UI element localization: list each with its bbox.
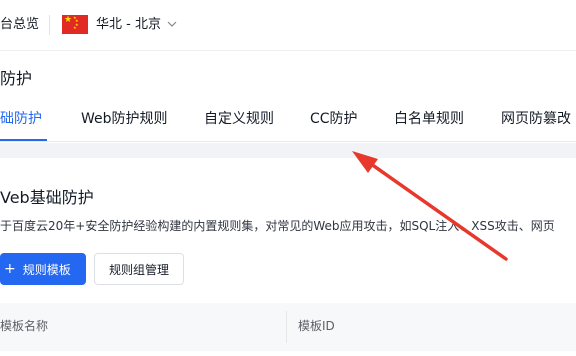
tab-whitelist-rules[interactable]: 白名单规则 [394,111,464,127]
plus-icon: + [4,261,16,277]
column-divider [286,311,287,343]
tab-cc-protection[interactable]: CC防护 [310,111,358,127]
page-title: 防护 [0,69,33,88]
rule-group-management-label: 规则组管理 [108,262,169,277]
annotation-arrow-icon [352,151,508,261]
region-selector[interactable]: 华北 - 北京 [96,17,161,33]
tab-web-protection-rules[interactable]: Web防护规则 [81,111,168,127]
section-title: Veb基础防护 [0,188,94,207]
table-header [0,303,576,351]
tab-web-tamper-protection[interactable]: 网页防篡改 [501,111,571,127]
chevron-down-icon[interactable] [166,19,178,29]
add-rule-template-button[interactable]: + 规则模板 [0,253,86,285]
china-flag-icon[interactable]: ★ ★ ★ ★ ★ [62,15,88,34]
topbar-divider [49,15,50,35]
tabs-divider [0,141,576,142]
tab-basic-protection[interactable]: 础防护 [0,111,42,127]
column-header-template-name: 模板名称 [0,319,49,333]
column-header-template-id: 模板ID [298,319,335,333]
breadcrumb-console-overview[interactable]: 台总览 [0,17,39,33]
rule-group-management-button[interactable]: 规则组管理 [94,253,184,285]
page-header [0,50,576,143]
tab-custom-rules[interactable]: 自定义规则 [204,111,274,127]
add-rule-template-label: 规则模板 [22,262,71,277]
